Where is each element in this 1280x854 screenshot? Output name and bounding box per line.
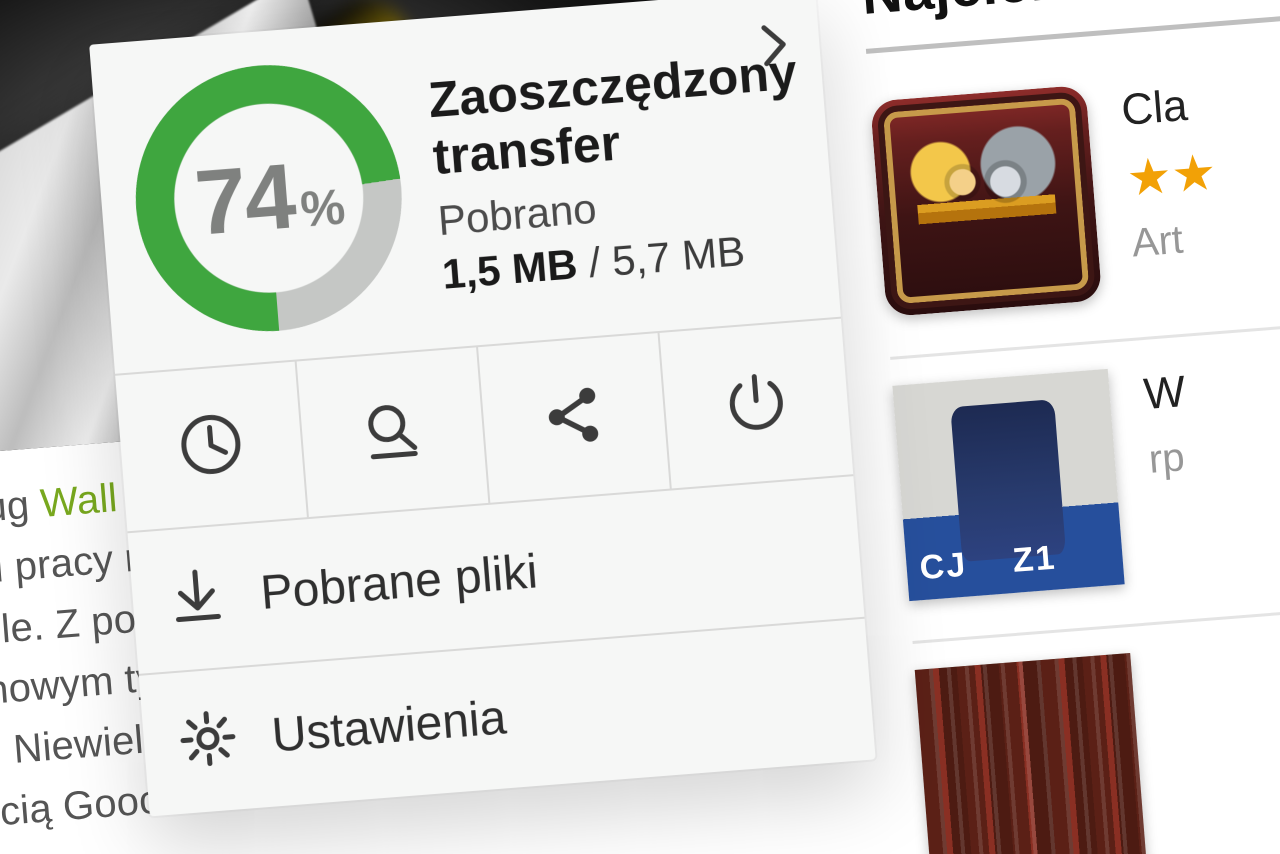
find-button[interactable] <box>296 345 490 517</box>
sidebar-item-game[interactable]: Cla ★★ Art <box>870 61 1280 317</box>
sidebar-item-title: W <box>1142 367 1187 420</box>
history-button[interactable] <box>115 360 309 532</box>
sidebar-item-sub: rp <box>1147 435 1192 483</box>
gear-icon <box>176 706 241 776</box>
chevron-right-icon[interactable] <box>747 19 799 71</box>
data-savings-summary[interactable]: 74% Zaoszczędzony transfer Pobrano 1,5 M… <box>89 0 841 374</box>
search-underline-icon <box>355 392 431 472</box>
popup-menu-list: Pobrane pliki <box>127 474 875 816</box>
sidebar-separator <box>912 600 1280 644</box>
article-lead-word: Według <box>0 483 31 538</box>
sidebar-item-sub: Art <box>1130 215 1223 267</box>
article-line: roku. Niewielk <box>0 716 165 780</box>
savings-title: Zaoszczędzony transfer <box>426 43 803 187</box>
sidebar-item-police[interactable]: W rp <box>892 345 1280 601</box>
sidebar-item-title: Cla <box>1120 79 1213 136</box>
power-icon <box>719 363 795 443</box>
sidebar-thumb-game <box>870 85 1102 317</box>
settings-label: Ustawienia <box>270 690 508 763</box>
article-line: nad nowym ty <box>0 656 158 719</box>
downloads-label: Pobrane pliki <box>259 544 540 621</box>
share-icon <box>536 378 612 458</box>
data-savings-popup: 74% Zaoszczędzony transfer Pobrano 1,5 M… <box>89 0 875 816</box>
savings-total: 5,7 MB <box>610 227 746 284</box>
savings-ring: 74% <box>126 55 412 341</box>
sidebar-thumb-bottles <box>915 653 1147 854</box>
sidebar-column: Najciekawsze Cla ★★ Art W rp <box>854 0 1280 854</box>
rating-stars: ★★ <box>1125 147 1218 204</box>
sidebar-thumb-police <box>892 369 1124 601</box>
article-line: czasu pracy n <box>0 535 149 598</box>
share-button[interactable] <box>478 331 672 503</box>
download-icon <box>164 564 229 634</box>
sidebar-separator <box>890 316 1280 360</box>
clock-icon <box>173 406 249 486</box>
savings-percent: 74 <box>192 145 298 254</box>
article-line: częścią Gooc <box>0 778 161 841</box>
savings-used: 1,5 MB <box>440 240 579 297</box>
sidebar-item-bottles[interactable] <box>915 629 1280 854</box>
exit-button[interactable] <box>659 317 853 489</box>
percent-unit: % <box>298 178 345 237</box>
